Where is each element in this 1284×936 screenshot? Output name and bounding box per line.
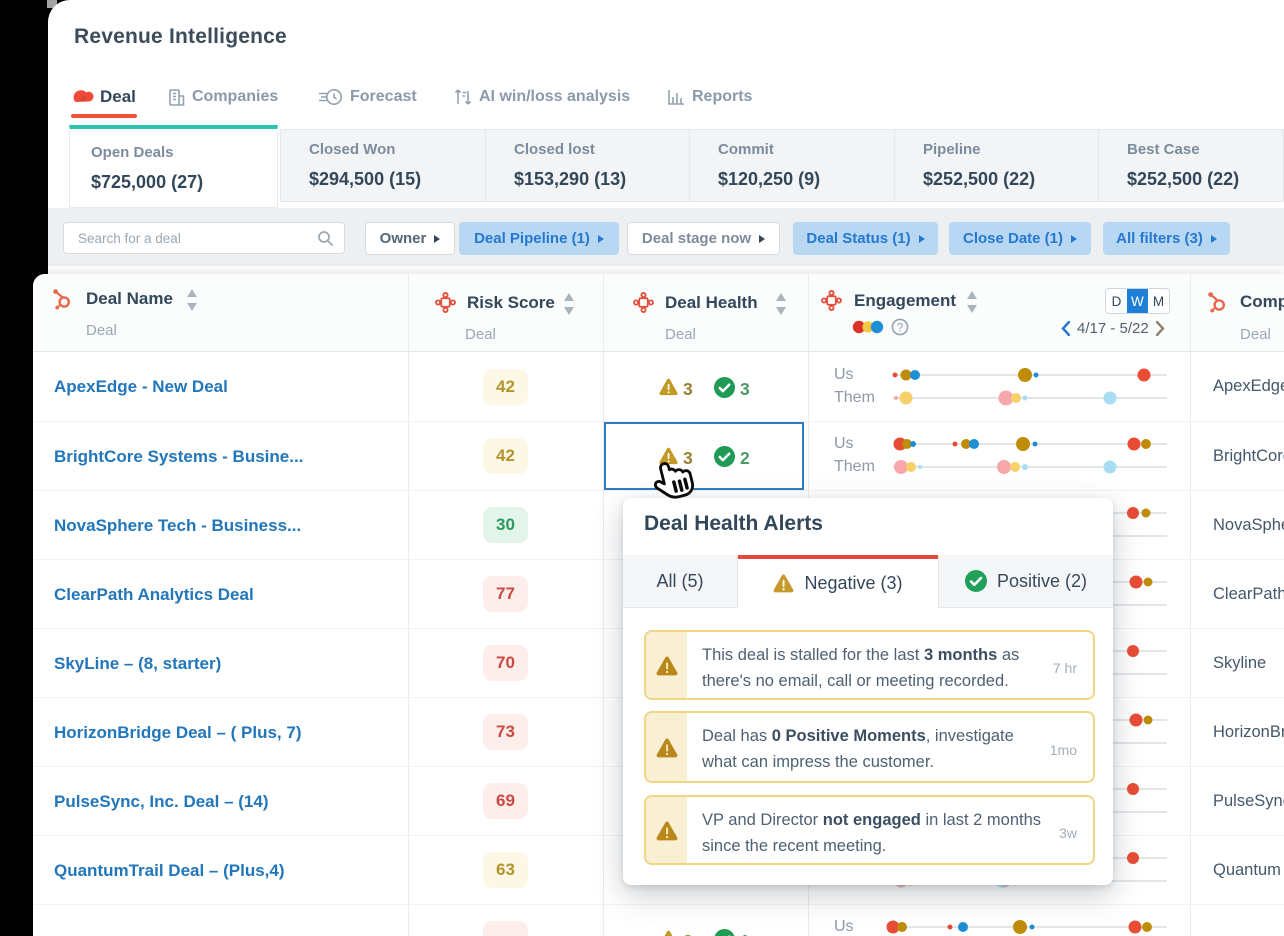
svg-text:?: ? bbox=[897, 320, 904, 334]
